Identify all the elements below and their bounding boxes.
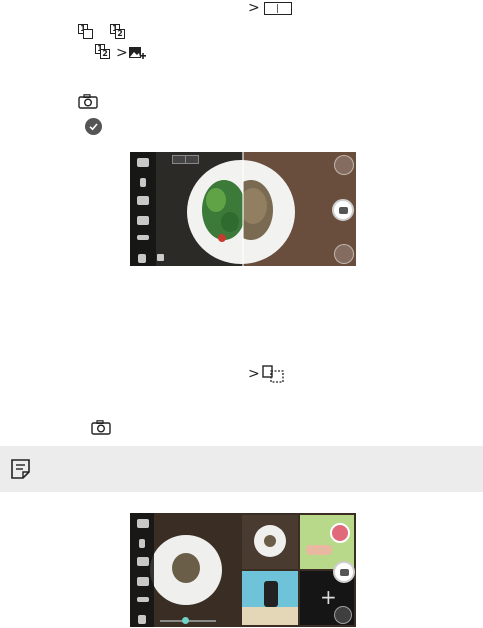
split-divider — [276, 3, 279, 13]
sand — [242, 607, 298, 625]
split-view-icon — [263, 1, 292, 15]
camera-sidebar — [130, 152, 156, 266]
stack-front-square — [83, 29, 93, 39]
flash-icon[interactable] — [140, 178, 146, 187]
chevron-glyph: > — [116, 45, 128, 61]
note-icon — [11, 459, 30, 479]
collage-icon[interactable] — [137, 196, 149, 205]
stack-front-square: 2 — [100, 49, 110, 59]
stack-front-square: 2 — [115, 29, 125, 39]
pasta-image — [264, 535, 276, 547]
grid-view-icon — [262, 365, 284, 383]
collage-icon[interactable] — [137, 557, 149, 566]
mode-icon[interactable] — [137, 519, 149, 528]
settings-icon[interactable] — [138, 254, 146, 263]
zoom-slider-thumb[interactable] — [182, 617, 189, 624]
chevron-glyph: > — [248, 366, 260, 382]
camera-preview-split — [130, 152, 356, 266]
check-icon — [85, 118, 102, 135]
lollipop-image — [330, 523, 350, 543]
split-line — [242, 152, 244, 266]
salad-image — [202, 180, 246, 242]
pasta-image — [243, 180, 273, 240]
camera-icon — [91, 420, 111, 435]
tile-food[interactable] — [242, 515, 298, 569]
camera-icon — [78, 94, 98, 109]
hand-image — [306, 545, 332, 555]
ratio-icon[interactable] — [137, 597, 149, 602]
layout-option-icon[interactable] — [172, 155, 186, 164]
add-tile-plus[interactable]: + — [320, 585, 337, 609]
settings-icon[interactable] — [138, 615, 146, 624]
phone-image — [264, 581, 278, 607]
stack-two-icon: 1 2 — [95, 44, 111, 60]
back-button[interactable] — [334, 244, 354, 264]
split-view-row: > — [248, 0, 292, 16]
note-box — [0, 446, 483, 492]
tile-beach[interactable] — [242, 571, 298, 625]
gallery-button[interactable] — [334, 155, 354, 175]
flash-icon[interactable] — [139, 539, 145, 548]
stack-one-icon: 1 — [78, 24, 94, 40]
shutter-button[interactable] — [332, 199, 354, 221]
pasta-image — [172, 553, 200, 583]
filter-icon[interactable] — [137, 577, 149, 586]
shutter-button[interactable] — [333, 561, 355, 583]
filter-icon[interactable] — [137, 216, 149, 225]
gallery-thumb-icon[interactable] — [157, 254, 164, 261]
chevron-glyph: > — [248, 0, 260, 16]
camera-preview-grid: + — [130, 513, 356, 627]
camera-sidebar — [130, 513, 154, 627]
layout-option-icon[interactable] — [185, 155, 199, 164]
mode-icon[interactable] — [137, 158, 149, 167]
add-image-icon — [129, 47, 146, 59]
grid-view-row: > — [248, 365, 286, 383]
back-button[interactable] — [334, 606, 352, 624]
ratio-icon[interactable] — [137, 235, 149, 240]
stack-two-icon: 1 2 — [110, 24, 126, 40]
